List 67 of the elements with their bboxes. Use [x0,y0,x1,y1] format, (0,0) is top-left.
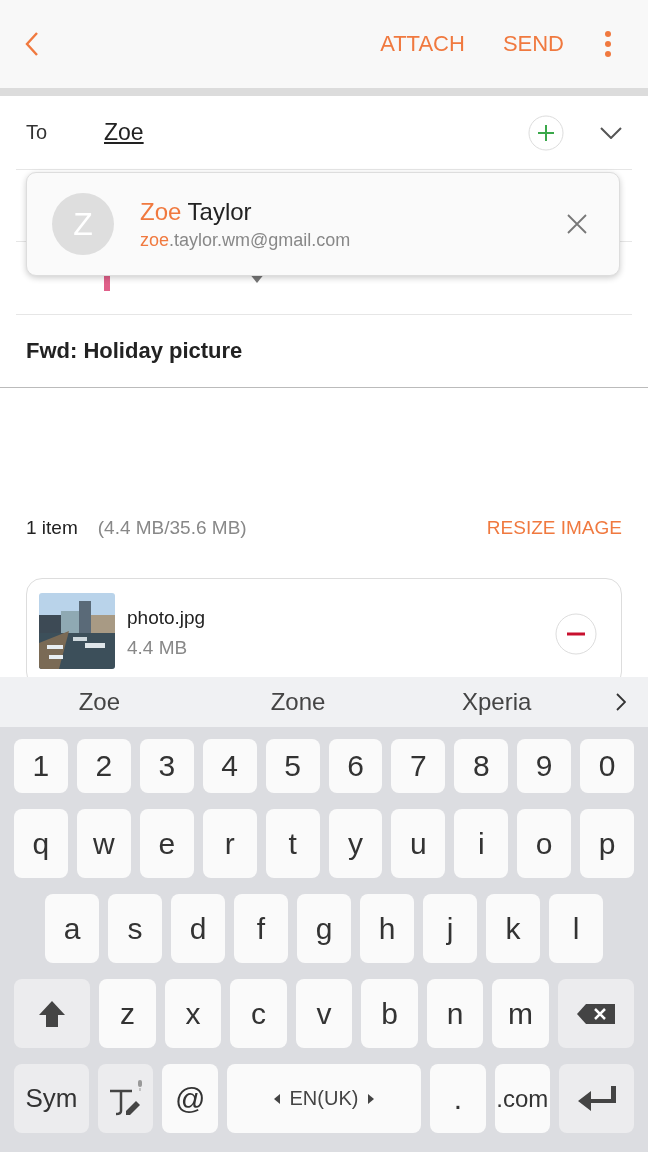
key[interactable]: y [328,809,383,878]
recipient-input[interactable]: Zoe [104,119,144,146]
key[interactable]: i [454,809,509,878]
key[interactable]: e [139,809,194,878]
subject-field[interactable]: Fwd: Holiday picture [26,338,243,364]
backspace-key[interactable] [557,979,635,1048]
enter-key[interactable] [559,1064,634,1133]
key[interactable]: c [230,979,287,1048]
back-icon[interactable] [24,31,40,57]
space-key[interactable]: EN(UK) [226,1064,422,1133]
key[interactable]: @ [162,1064,218,1133]
attachment-size: (4.4 MB/35.6 MB) [97,517,247,539]
key[interactable]: l [549,894,603,963]
key[interactable]: d [171,894,225,963]
chevron-right-icon[interactable] [616,693,626,711]
contact-email: zoe.taylor.wm@gmail.com [140,229,352,251]
to-label: To [26,121,49,144]
key[interactable]: . [430,1064,486,1133]
word-suggestion[interactable]: Zoe [0,688,199,716]
key[interactable]: q [14,809,68,878]
key[interactable]: 3 [139,739,194,793]
more-icon[interactable] [604,30,612,58]
key[interactable]: 5 [265,739,320,793]
caret-right-icon [368,1093,375,1104]
caret-left-icon [273,1093,280,1104]
remove-icon[interactable] [555,613,597,655]
expand-icon[interactable] [600,126,622,139]
key[interactable]: 1 [14,739,68,793]
add-contact-icon[interactable] [528,114,564,151]
key[interactable]: r [202,809,257,878]
key[interactable]: t [265,809,320,878]
key[interactable]: 2 [76,739,131,793]
key[interactable]: v [295,979,353,1048]
key[interactable]: n [426,979,484,1048]
key[interactable]: z [99,979,156,1048]
key[interactable]: 7 [391,739,446,793]
key[interactable]: 4 [202,739,257,793]
attachment-count: 1 item [26,517,78,539]
key[interactable]: f [234,894,288,963]
key[interactable]: o [517,809,572,878]
backspace-icon [575,1002,616,1025]
key[interactable]: m [492,979,549,1048]
key[interactable]: j [423,894,477,963]
key[interactable]: 6 [328,739,383,793]
key[interactable]: a [45,894,99,963]
key[interactable]: 8 [454,739,509,793]
close-icon[interactable] [567,214,587,234]
key[interactable]: s [108,894,162,963]
contact-name: Zoe Taylor [140,197,253,226]
file-size: 4.4 MB [127,637,189,659]
key[interactable]: u [391,809,446,878]
word-suggestion[interactable]: Xperia [397,688,596,716]
file-name: photo.jpg [127,607,206,629]
key[interactable]: 0 [580,739,635,793]
key[interactable]: w [76,809,131,878]
key[interactable]: x [164,979,222,1048]
symbols-key[interactable]: Sym [14,1064,89,1133]
handwriting-key[interactable] [97,1064,154,1133]
key[interactable]: g [297,894,351,963]
word-suggestion[interactable]: Zone [198,688,398,716]
key[interactable]: h [360,894,414,963]
key[interactable]: p [580,809,635,878]
shift-key[interactable] [14,979,91,1048]
key[interactable]: k [486,894,540,963]
key[interactable]: b [361,979,418,1048]
key[interactable]: .com [494,1064,551,1133]
key[interactable]: 9 [517,739,572,793]
